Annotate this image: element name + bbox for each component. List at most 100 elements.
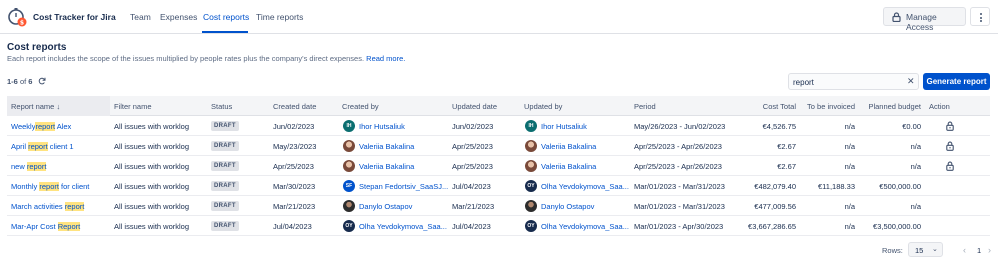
column-created-date[interactable]: Created date — [273, 102, 316, 111]
lock-icon — [892, 12, 901, 22]
search-input[interactable] — [793, 76, 901, 88]
generate-report-button[interactable]: Generate report — [923, 73, 990, 90]
tab-cost-reports[interactable]: Cost reports — [203, 12, 249, 22]
column-updated-date[interactable]: Updated date — [452, 102, 497, 111]
report-name-link[interactable]: Monthly report for client — [11, 182, 110, 191]
avatar — [343, 160, 355, 172]
refresh-icon[interactable] — [38, 77, 46, 85]
updated-date: Apr/25/2023 — [452, 162, 493, 171]
column-planned-budget[interactable]: Planned budget — [861, 102, 921, 111]
report-name-link[interactable]: March activities report — [11, 202, 110, 211]
column-action: Action — [929, 102, 950, 111]
manage-access-button[interactable]: Manage Access — [883, 7, 966, 32]
to-be-invoiced: €11,188.33 — [818, 182, 855, 191]
created-by-link[interactable]: Ihor Hutsaliuk — [359, 122, 449, 131]
created-by-link[interactable]: Valeriia Bakalina — [359, 162, 449, 171]
updated-by-link[interactable]: Valeriia Bakalina — [541, 162, 631, 171]
report-name-link[interactable]: Mar-Apr Cost Report — [11, 222, 110, 231]
column-report-name[interactable]: Report name ↓ — [11, 102, 60, 111]
tab-time-reports[interactable]: Time reports — [256, 12, 303, 22]
count-range: 1-6 — [7, 77, 18, 86]
avatar — [525, 200, 537, 212]
updated-date: Jul/04/2023 — [452, 222, 491, 231]
previous-page-icon[interactable]: ‹ — [963, 245, 966, 255]
tab-expenses[interactable]: Expenses — [160, 12, 197, 22]
table-row[interactable]: Weeklyreport Alex All issues with worklog… — [7, 116, 990, 136]
column-updated-by[interactable]: Updated by — [524, 102, 562, 111]
column-to-be-invoiced[interactable]: To be invoiced — [799, 102, 855, 111]
column-period[interactable]: Period — [634, 102, 656, 111]
status-badge: DRAFT — [211, 201, 239, 211]
report-name-link[interactable]: April report client 1 — [11, 142, 110, 151]
page-title: Cost reports — [7, 42, 67, 53]
report-name-link[interactable]: Weeklyreport Alex — [11, 122, 110, 131]
avatar: SF — [343, 180, 355, 192]
next-page-icon[interactable]: › — [988, 245, 991, 255]
rows-per-page-select[interactable]: 15 ⌄ — [908, 242, 943, 257]
cost-total: €3,667,286.65 — [748, 222, 796, 231]
updated-by-link[interactable]: Olha Yevdokymova_Saa... — [541, 222, 631, 231]
created-by-link[interactable]: Valeriia Bakalina — [359, 142, 449, 151]
updated-date: Mar/21/2023 — [452, 202, 495, 211]
created-by-link[interactable]: Olha Yevdokymova_Saa... — [359, 222, 449, 231]
period: May/26/2023 - Jun/02/2023 — [634, 122, 726, 131]
created-date: Mar/30/2023 — [273, 182, 316, 191]
lock-icon[interactable] — [946, 161, 954, 171]
top-navigation-bar: $ Cost Tracker for Jira Team Expenses Co… — [0, 0, 998, 34]
lock-icon[interactable] — [946, 141, 954, 151]
search-highlight: report — [35, 122, 56, 131]
cost-total: €482,079.40 — [754, 182, 796, 191]
table-row[interactable]: Monthly report for client All issues with… — [7, 176, 990, 196]
tab-team[interactable]: Team — [130, 12, 151, 22]
created-date: Jun/02/2023 — [273, 122, 315, 131]
table-header: Report name ↓ Filter name Status Created… — [7, 96, 990, 116]
created-by-link[interactable]: Danylo Ostapov — [359, 202, 449, 211]
search-highlight: report — [28, 142, 48, 151]
created-date: May/23/2023 — [273, 142, 317, 151]
rows-per-page-value: 15 — [915, 246, 924, 255]
updated-by-link[interactable]: Danylo Ostapov — [541, 202, 631, 211]
planned-budget: n/a — [910, 202, 921, 211]
lock-icon[interactable] — [946, 121, 954, 131]
updated-by-link[interactable]: Ihor Hutsaliuk — [541, 122, 631, 131]
updated-by-link[interactable]: Valeriia Bakalina — [541, 142, 631, 151]
count-total: 6 — [28, 77, 33, 86]
read-more-link[interactable]: Read more. — [366, 54, 405, 63]
filter-name: All issues with worklog — [114, 182, 190, 191]
avatar — [343, 200, 355, 212]
table-row[interactable]: Mar-Apr Cost Report All issues with workl… — [7, 216, 990, 236]
avatar: OY — [525, 220, 537, 232]
page-description: Each report includes the scope of the is… — [7, 54, 405, 63]
created-date: Jul/04/2023 — [273, 222, 312, 231]
avatar — [525, 160, 537, 172]
avatar: IH — [525, 120, 537, 132]
clear-search-icon[interactable]: ✕ — [907, 77, 915, 86]
updated-date: Apr/25/2023 — [452, 142, 493, 151]
planned-budget: €3,500,000.00 — [873, 222, 921, 231]
table-row[interactable]: March activities report All issues with w… — [7, 196, 990, 216]
cost-total: €477,009.56 — [754, 202, 796, 211]
more-options-button[interactable] — [970, 7, 990, 26]
current-page[interactable]: 1 — [977, 246, 981, 255]
period: Apr/25/2023 - Apr/26/2023 — [634, 142, 722, 151]
to-be-invoiced: n/a — [844, 162, 855, 171]
avatar: OY — [343, 220, 355, 232]
table-row[interactable]: new report All issues with worklog DRAFT Ap… — [7, 156, 990, 176]
created-date: Apr/25/2023 — [273, 162, 314, 171]
search-highlight: report — [64, 202, 85, 211]
created-by-link[interactable]: Stepan Fedortsiv_SaaSJ... — [359, 182, 449, 191]
updated-date: Jul/04/2023 — [452, 182, 491, 191]
status-badge: DRAFT — [211, 141, 239, 151]
to-be-invoiced: n/a — [844, 122, 855, 131]
planned-budget: n/a — [910, 142, 921, 151]
cost-total: €2.67 — [777, 162, 796, 171]
column-created-by[interactable]: Created by — [342, 102, 379, 111]
column-status[interactable]: Status — [211, 102, 232, 111]
report-name-link[interactable]: new report — [11, 162, 110, 171]
column-filter-name[interactable]: Filter name — [114, 102, 152, 111]
table-row[interactable]: April report client 1 All issues with wor… — [7, 136, 990, 156]
page-description-text: Each report includes the scope of the is… — [7, 54, 365, 63]
column-cost-total[interactable]: Cost Total — [738, 102, 796, 111]
updated-by-link[interactable]: Olha Yevdokymova_Saa... — [541, 182, 631, 191]
period: Mar/01/2023 - Apr/30/2023 — [634, 222, 724, 231]
